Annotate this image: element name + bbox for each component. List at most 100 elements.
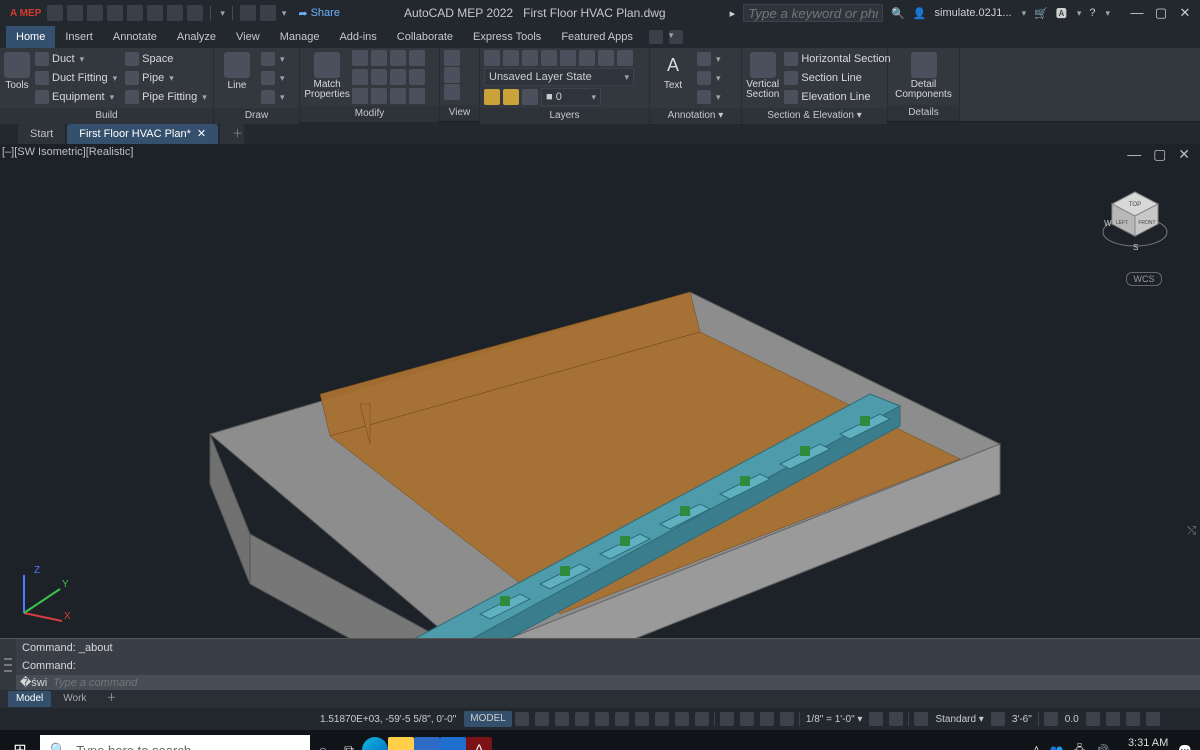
fillet-icon[interactable]: [390, 69, 406, 85]
view-side-icon[interactable]: [444, 67, 460, 83]
current-layer-dropdown[interactable]: ■ 0▾: [541, 88, 601, 106]
layer-tool-icon[interactable]: [598, 50, 614, 66]
status-hardware-icon[interactable]: [1083, 710, 1103, 728]
status-cycling-icon[interactable]: [717, 710, 737, 728]
new-file-tab-button[interactable]: ＋: [220, 124, 244, 144]
qat-redo-icon[interactable]: [167, 5, 183, 21]
tab-addins[interactable]: Add-ins: [329, 26, 386, 48]
view-iso-icon[interactable]: [444, 84, 460, 100]
duct-fitting-button[interactable]: Duct Fitting▾: [32, 69, 120, 87]
task-edge-icon[interactable]: [362, 737, 388, 750]
qat-saveas-icon[interactable]: [107, 5, 123, 21]
tab-express-tools[interactable]: Express Tools: [463, 26, 551, 48]
qat-undo-icon[interactable]: [147, 5, 163, 21]
search-icon[interactable]: 🔍: [891, 7, 905, 20]
layer-tool-icon[interactable]: [579, 50, 595, 66]
array-icon[interactable]: [409, 69, 425, 85]
wcs-badge[interactable]: WCS: [1126, 272, 1162, 286]
tab-featured-apps[interactable]: Featured Apps: [551, 26, 643, 48]
duct-button[interactable]: Duct▾: [32, 50, 120, 68]
circle-icon[interactable]: [261, 71, 275, 85]
file-tab-active[interactable]: First Floor HVAC Plan*✕: [67, 124, 218, 144]
model-canvas[interactable]: [0, 144, 1200, 638]
detail-components-button[interactable]: Detail Components: [892, 50, 955, 100]
status-annoscale-icon[interactable]: [866, 710, 886, 728]
tray-people-icon[interactable]: 👥: [1050, 744, 1064, 750]
status-3dosnap-icon[interactable]: [632, 710, 652, 728]
layer-tool-icon[interactable]: [560, 50, 576, 66]
share-button[interactable]: ➦ Share: [298, 7, 340, 20]
vertical-section-button[interactable]: Vertical Section: [746, 50, 779, 100]
status-dynucs-icon[interactable]: [737, 710, 757, 728]
status-gizmo-icon[interactable]: [777, 710, 797, 728]
layer-tool-icon[interactable]: [541, 50, 557, 66]
leader-icon[interactable]: [697, 71, 711, 85]
status-snap-icon[interactable]: [532, 710, 552, 728]
qat-dropdown-icon[interactable]: ▾: [220, 8, 225, 19]
status-isoplane-icon[interactable]: [592, 710, 612, 728]
status-polar-icon[interactable]: [572, 710, 592, 728]
tab-view[interactable]: View: [226, 26, 270, 48]
help-icon[interactable]: ?: [1089, 7, 1095, 19]
tab-analyze[interactable]: Analyze: [167, 26, 226, 48]
tab-insert[interactable]: Insert: [55, 26, 103, 48]
status-custom-icon[interactable]: [1143, 710, 1163, 728]
start-button[interactable]: ⊞: [0, 740, 40, 750]
qat-save-icon[interactable]: [87, 5, 103, 21]
qat-plot-icon[interactable]: [127, 5, 143, 21]
ucs-icon[interactable]: Z Y X: [12, 569, 76, 628]
task-autocad-icon[interactable]: A: [466, 737, 492, 750]
stretch-icon[interactable]: [352, 88, 368, 104]
move-icon[interactable]: [352, 50, 368, 66]
tab-home[interactable]: Home: [6, 26, 55, 48]
status-osnap-icon[interactable]: [612, 710, 632, 728]
equipment-button[interactable]: Equipment▾: [32, 88, 120, 106]
status-style-dropdown[interactable]: Standard ▾: [931, 714, 987, 725]
close-tab-icon[interactable]: ✕: [197, 124, 206, 144]
tray-overflow-icon[interactable]: ˄: [1033, 744, 1039, 750]
layer-lock-icon[interactable]: [522, 89, 538, 105]
status-lineweight-icon[interactable]: [672, 710, 692, 728]
dimension-icon[interactable]: [697, 52, 711, 66]
view-top-icon[interactable]: [444, 50, 460, 66]
status-transparency-icon[interactable]: [692, 710, 712, 728]
layer-freeze-icon[interactable]: [503, 89, 519, 105]
section-line-button[interactable]: Section Line: [781, 69, 893, 87]
horizontal-section-button[interactable]: Horizontal Section: [781, 50, 893, 68]
qat-new-icon[interactable]: [47, 5, 63, 21]
close-button[interactable]: ✕: [1174, 5, 1196, 21]
status-filter-icon[interactable]: [757, 710, 777, 728]
table-icon[interactable]: [697, 90, 711, 104]
erase-icon[interactable]: [390, 88, 406, 104]
qat-sheet-icon[interactable]: [260, 5, 276, 21]
layer-bulb-icon[interactable]: [484, 89, 500, 105]
status-cutplane-icon[interactable]: [911, 710, 931, 728]
status-annovis-icon[interactable]: [886, 710, 906, 728]
minimize-button[interactable]: —: [1126, 5, 1148, 21]
layer-tool-icon[interactable]: [617, 50, 633, 66]
status-scale-dropdown[interactable]: 1/8" = 1'-0" ▾: [802, 714, 867, 725]
rotate-icon[interactable]: [371, 50, 387, 66]
windows-search-input[interactable]: 🔍 Type here to search: [40, 735, 310, 750]
polyline-icon[interactable]: [261, 52, 275, 66]
view-cube[interactable]: TOP LEFT FRONT W S: [1100, 184, 1170, 254]
qat-dropdown-icon[interactable]: ▾: [282, 8, 287, 19]
status-replace-icon[interactable]: [1041, 710, 1061, 728]
drawing-viewport[interactable]: [–][SW Isometric][Realistic] — ▢ ✕: [0, 144, 1200, 638]
tools-button[interactable]: Tools: [4, 50, 30, 91]
tab-annotate[interactable]: Annotate: [103, 26, 167, 48]
layer-state-dropdown[interactable]: Unsaved Layer State▾: [484, 68, 634, 86]
cart-icon[interactable]: 🛒: [1034, 7, 1048, 20]
task-mail-icon[interactable]: [440, 737, 466, 750]
task-store-icon[interactable]: [414, 737, 440, 750]
status-dim-readout[interactable]: 3'-6": [1008, 714, 1036, 725]
tab-manage[interactable]: Manage: [270, 26, 330, 48]
qat-cloud-icon[interactable]: [240, 5, 256, 21]
status-isolate-icon[interactable]: [1103, 710, 1123, 728]
copy-icon[interactable]: [352, 69, 368, 85]
maximize-button[interactable]: ▢: [1150, 5, 1172, 21]
pipe-button[interactable]: Pipe▾: [122, 69, 210, 87]
task-cortana-icon[interactable]: ○: [310, 737, 336, 750]
qat-print-icon[interactable]: [187, 5, 203, 21]
status-elev-icon[interactable]: [988, 710, 1008, 728]
